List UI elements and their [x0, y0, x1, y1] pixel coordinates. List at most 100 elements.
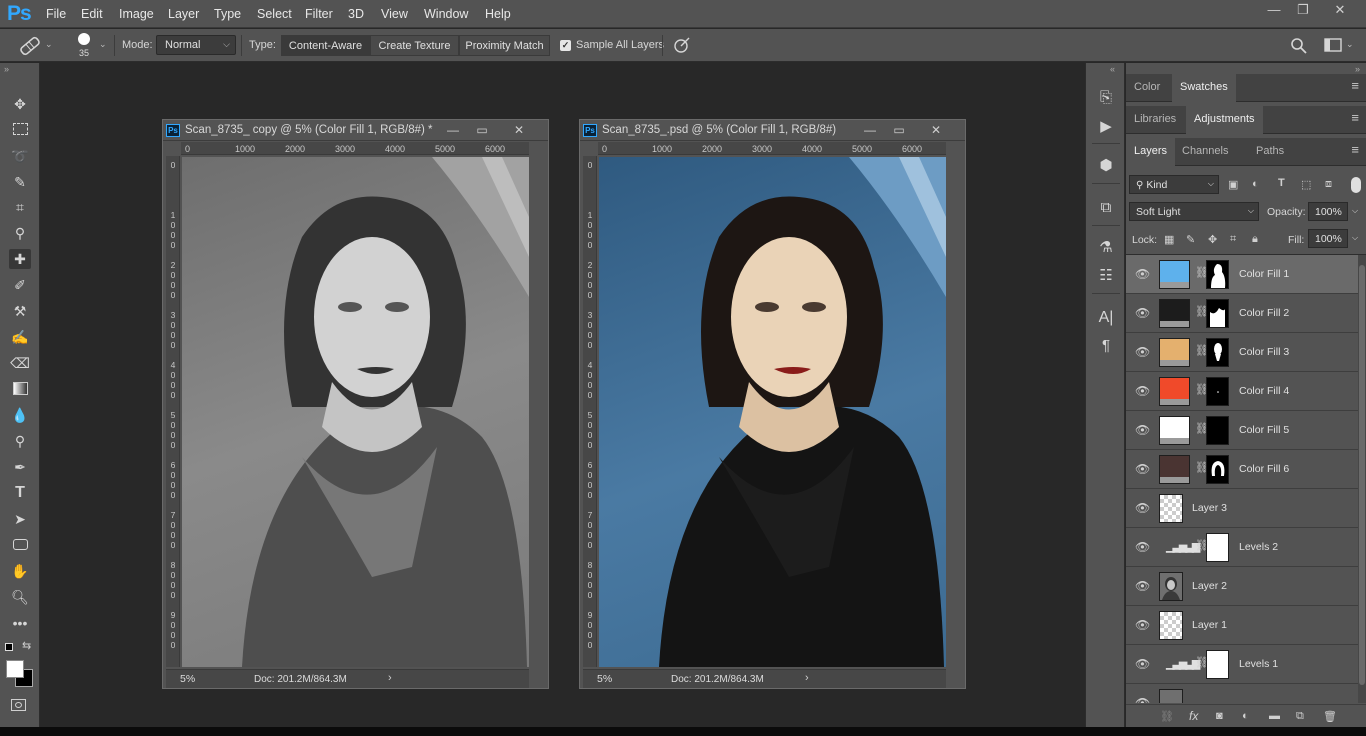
- visibility-eye-icon[interactable]: 👁︎: [1135, 384, 1150, 398]
- properties-panel-icon[interactable]: ⧉: [1094, 197, 1118, 219]
- layer-name[interactable]: Color Fill 2: [1239, 307, 1289, 319]
- menu-layer[interactable]: Layer: [168, 7, 199, 21]
- history-brush-tool-icon[interactable]: ✍: [9, 327, 31, 347]
- blur-tool-icon[interactable]: 💧: [9, 405, 31, 425]
- delete-layer-icon[interactable]: 🗑︎: [1323, 710, 1337, 723]
- visibility-eye-icon[interactable]: 👁︎: [1135, 267, 1150, 281]
- restore-button[interactable]: ❐: [1292, 2, 1314, 20]
- layer-mask-thumbnail[interactable]: [1206, 416, 1229, 445]
- menu-view[interactable]: View: [381, 7, 408, 21]
- layer-row-color-fill-1[interactable]: 👁︎ ⛓ Color Fill 1: [1126, 255, 1358, 294]
- grayscale-portrait-canvas[interactable]: [182, 157, 529, 667]
- eyedropper-tool-icon[interactable]: ⚲: [9, 223, 31, 243]
- sample-all-layers-checkbox[interactable]: ✓: [560, 40, 571, 51]
- visibility-eye-icon[interactable]: 👁︎: [1135, 540, 1150, 554]
- visibility-eye-icon[interactable]: 👁︎: [1135, 306, 1150, 320]
- layer-row-background-partial[interactable]: 👁︎: [1126, 684, 1358, 703]
- menu-3d[interactable]: 3D: [348, 7, 364, 21]
- menu-edit[interactable]: Edit: [81, 7, 103, 21]
- layer-row-color-fill-2[interactable]: 👁︎ ⛓ Color Fill 2: [1126, 294, 1358, 333]
- visibility-eye-icon[interactable]: 👁︎: [1135, 618, 1150, 632]
- layer-name[interactable]: Color Fill 6: [1239, 463, 1289, 475]
- filter-toggle-switch[interactable]: [1351, 177, 1361, 193]
- document-window-psd[interactable]: Ps Scan_8735_.psd @ 5% (Color Fill 1, RG…: [579, 119, 966, 689]
- new-adjustment-layer-icon[interactable]: ◐: [1242, 710, 1249, 722]
- brush-settings-panel-icon[interactable]: ☷: [1094, 265, 1118, 287]
- photo-layer-thumbnail[interactable]: [1159, 572, 1183, 601]
- foreground-color-swatch[interactable]: [6, 660, 24, 678]
- proximity-match-button[interactable]: Proximity Match: [459, 35, 550, 56]
- add-mask-icon[interactable]: ◙: [1216, 710, 1223, 722]
- layer-name[interactable]: Layer 3: [1192, 502, 1227, 514]
- tab-libraries[interactable]: Libraries: [1126, 106, 1184, 134]
- status-menu-arrow-icon[interactable]: ›: [388, 672, 392, 684]
- opacity-chevron-icon[interactable]: ⌵: [1352, 206, 1358, 216]
- brush-picker-chevron-icon[interactable]: ⌄: [99, 39, 107, 50]
- dodge-tool-icon[interactable]: ⚲: [9, 431, 31, 451]
- menu-window[interactable]: Window: [424, 7, 468, 21]
- new-group-icon[interactable]: ▬: [1269, 710, 1280, 722]
- document-title-bar[interactable]: Ps Scan_8735_.psd @ 5% (Color Fill 1, RG…: [580, 120, 965, 141]
- visibility-eye-icon[interactable]: 👁︎: [1135, 579, 1150, 593]
- tab-adjustments[interactable]: Adjustments: [1186, 106, 1263, 134]
- layer-row-color-fill-6[interactable]: 👁︎ ⛓ Color Fill 6: [1126, 450, 1358, 489]
- panel-menu-icon[interactable]: ≡: [1351, 111, 1359, 124]
- tab-swatches[interactable]: Swatches: [1172, 74, 1236, 102]
- layer-row-color-fill-3[interactable]: 👁︎ ⛓ Color Fill 3: [1126, 333, 1358, 372]
- layer-row-levels-2[interactable]: 👁︎ ▁▃▅▃▆ ⛓ Levels 2: [1126, 528, 1358, 567]
- fill-color-thumbnail[interactable]: [1159, 299, 1190, 328]
- 3d-panel-icon[interactable]: ⬢: [1094, 155, 1118, 177]
- visibility-eye-icon[interactable]: 👁︎: [1135, 501, 1150, 515]
- zoom-tool-icon[interactable]: 🔍︎: [9, 587, 31, 607]
- more-tools-icon[interactable]: •••: [9, 613, 31, 633]
- visibility-eye-icon[interactable]: 👁︎: [1135, 696, 1150, 703]
- brushes-panel-icon[interactable]: ⚗: [1094, 237, 1118, 259]
- layer-filter-kind-select[interactable]: ⚲ Kind ⌵: [1129, 175, 1219, 194]
- layer-row-color-fill-5[interactable]: 👁︎ ⛓ Color Fill 5: [1126, 411, 1358, 450]
- tab-layers[interactable]: Layers: [1126, 138, 1176, 166]
- crop-tool-icon[interactable]: ⌗: [9, 197, 31, 217]
- quick-selection-tool-icon[interactable]: ✎: [9, 172, 31, 192]
- layer-mask-thumbnail[interactable]: [1206, 299, 1229, 328]
- zoom-level[interactable]: 5%: [180, 673, 195, 685]
- eraser-tool-icon[interactable]: ⌫: [9, 353, 31, 373]
- layer-name[interactable]: Color Fill 3: [1239, 346, 1289, 358]
- expand-panels-icon[interactable]: «: [1110, 64, 1115, 74]
- search-icon[interactable]: [1290, 37, 1308, 55]
- transparent-layer-thumbnail[interactable]: [1159, 494, 1183, 523]
- layer-name[interactable]: Levels 1: [1239, 658, 1278, 670]
- lasso-tool-icon[interactable]: ➰: [9, 146, 31, 166]
- layer-row-color-fill-4[interactable]: 👁︎ ⛓ Color Fill 4: [1126, 372, 1358, 411]
- menu-select[interactable]: Select: [257, 7, 292, 21]
- pressure-icon[interactable]: [673, 37, 691, 53]
- filter-type-layers-icon[interactable]: T: [1278, 177, 1285, 189]
- pen-tool-icon[interactable]: ✒: [9, 457, 31, 477]
- filter-shape-layers-icon[interactable]: ⬚: [1301, 178, 1311, 191]
- menu-file[interactable]: File: [46, 7, 66, 21]
- tab-paths[interactable]: Paths: [1248, 138, 1292, 166]
- gradient-tool-icon[interactable]: [9, 379, 31, 399]
- doc-close-button[interactable]: ✕: [511, 123, 527, 137]
- path-selection-tool-icon[interactable]: ➤: [9, 509, 31, 529]
- layer-mask-thumbnail[interactable]: [1206, 650, 1229, 679]
- layer-row-layer-1[interactable]: 👁︎ Layer 1: [1126, 606, 1358, 645]
- rectangle-tool-icon[interactable]: [9, 535, 31, 555]
- type-tool-icon[interactable]: T: [9, 483, 31, 503]
- brush-tool-icon[interactable]: ✐: [9, 275, 31, 295]
- layer-mask-thumbnail[interactable]: [1206, 260, 1229, 289]
- doc-maximize-button[interactable]: ▭: [474, 123, 490, 137]
- mode-select[interactable]: Normal ⌵: [156, 35, 236, 55]
- layer-row-layer-2[interactable]: 👁︎ Layer 2: [1126, 567, 1358, 606]
- new-layer-icon[interactable]: ⧉: [1296, 710, 1304, 723]
- fill-color-thumbnail[interactable]: [1159, 338, 1190, 367]
- menu-image[interactable]: Image: [119, 7, 154, 21]
- menu-help[interactable]: Help: [485, 7, 511, 21]
- doc-minimize-button[interactable]: —: [445, 123, 461, 137]
- lock-artboard-icon[interactable]: ⌗: [1230, 233, 1236, 246]
- tab-color[interactable]: Color: [1126, 74, 1168, 102]
- layer-style-fx-icon[interactable]: fx: [1189, 709, 1198, 723]
- brush-preview-icon[interactable]: [78, 33, 90, 45]
- lock-transparent-pixels-icon[interactable]: ▦: [1164, 233, 1174, 246]
- fill-color-thumbnail[interactable]: [1159, 416, 1190, 445]
- collapse-panels-icon[interactable]: »: [1355, 64, 1360, 74]
